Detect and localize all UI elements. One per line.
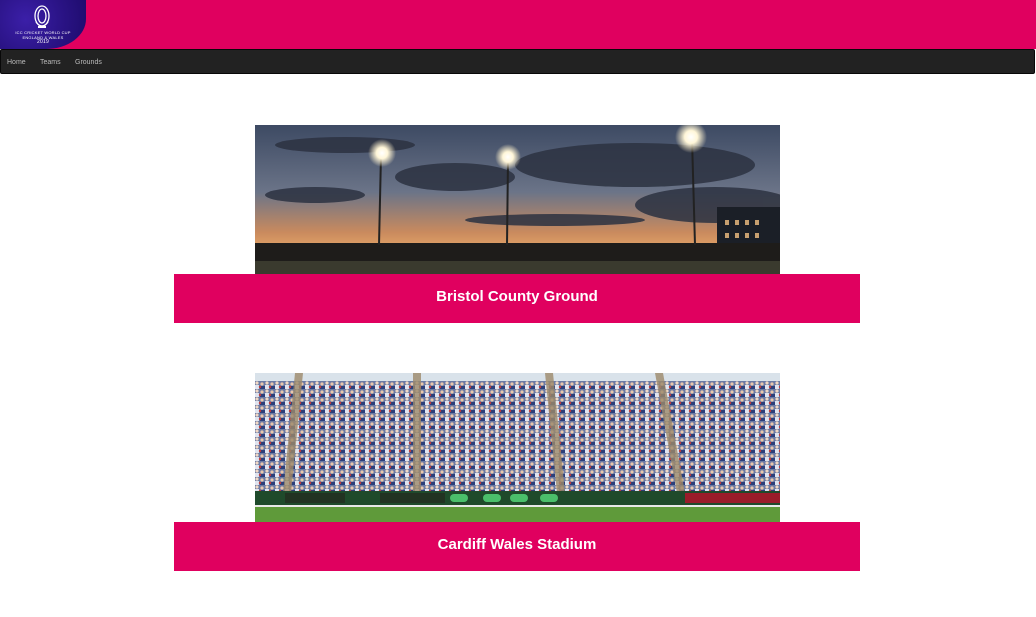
tournament-logo[interactable]: ICC CRICKET WORLD CUP ENGLAND & WALES 20… (0, 0, 86, 49)
ground-title-bar[interactable]: Cardiff Wales Stadium (174, 522, 860, 571)
ground-image-bristol[interactable] (255, 125, 780, 274)
ground-title: Cardiff Wales Stadium (437, 536, 597, 553)
top-banner: ICC CRICKET WORLD CUP ENGLAND & WALES 20… (0, 0, 1036, 49)
nav-item-teams[interactable]: Teams (40, 50, 61, 75)
nav-item-grounds[interactable]: Grounds (75, 50, 102, 75)
ground-title-bar[interactable]: Bristol County Ground (174, 274, 860, 323)
logo-year: 2019 (37, 39, 49, 45)
nav-item-home[interactable]: Home (7, 50, 26, 75)
logo-text: ICC CRICKET WORLD CUP ENGLAND & WALES 20… (0, 30, 86, 45)
ground-title: Bristol County Ground (436, 288, 598, 305)
ground-image-cardiff[interactable] (255, 373, 780, 522)
navbar: Home Teams Grounds (0, 49, 1035, 74)
